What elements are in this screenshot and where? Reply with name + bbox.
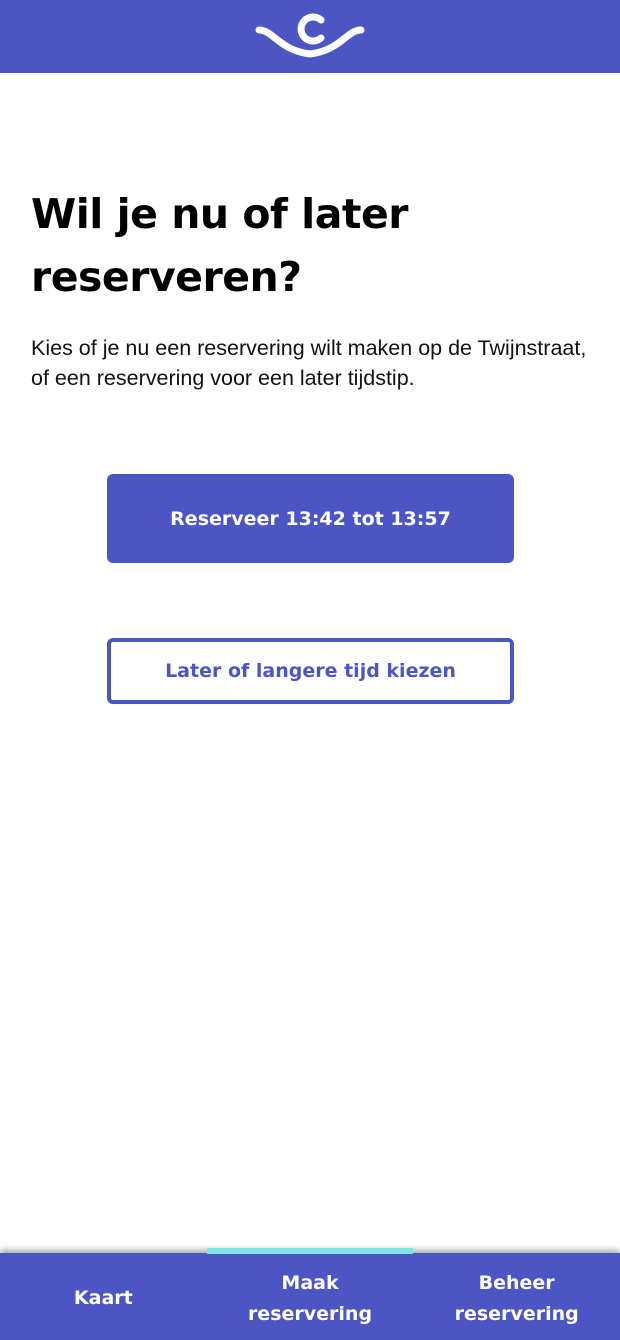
nav-item-label: Kaart (73, 1287, 133, 1309)
nav-item-maak-reservering[interactable]: Maak reservering (206, 1248, 414, 1340)
nav-item-label: Beheer reservering (454, 1271, 579, 1325)
active-tab-indicator (206, 1248, 414, 1254)
app-header (0, 0, 620, 73)
page-subtitle: Kies of je nu een reservering wilt maken… (31, 336, 587, 390)
nav-item-label: Maak reservering (247, 1271, 373, 1325)
page-title: Wil je nu of later reserveren? (31, 190, 409, 301)
nav-item-kaart[interactable]: Kaart (0, 1253, 207, 1340)
nav-item-beheer-reservering[interactable]: Beheer reservering (413, 1253, 620, 1340)
reserve-now-button[interactable]: Reserveer 13:42 tot 13:57 (107, 474, 514, 563)
bottom-navigation: Kaart Maak reservering Beheer reserverin… (0, 1248, 620, 1340)
cycle-c-logo-icon (255, 13, 365, 58)
reserve-later-button[interactable]: Later of langere tijd kiezen (107, 638, 514, 704)
